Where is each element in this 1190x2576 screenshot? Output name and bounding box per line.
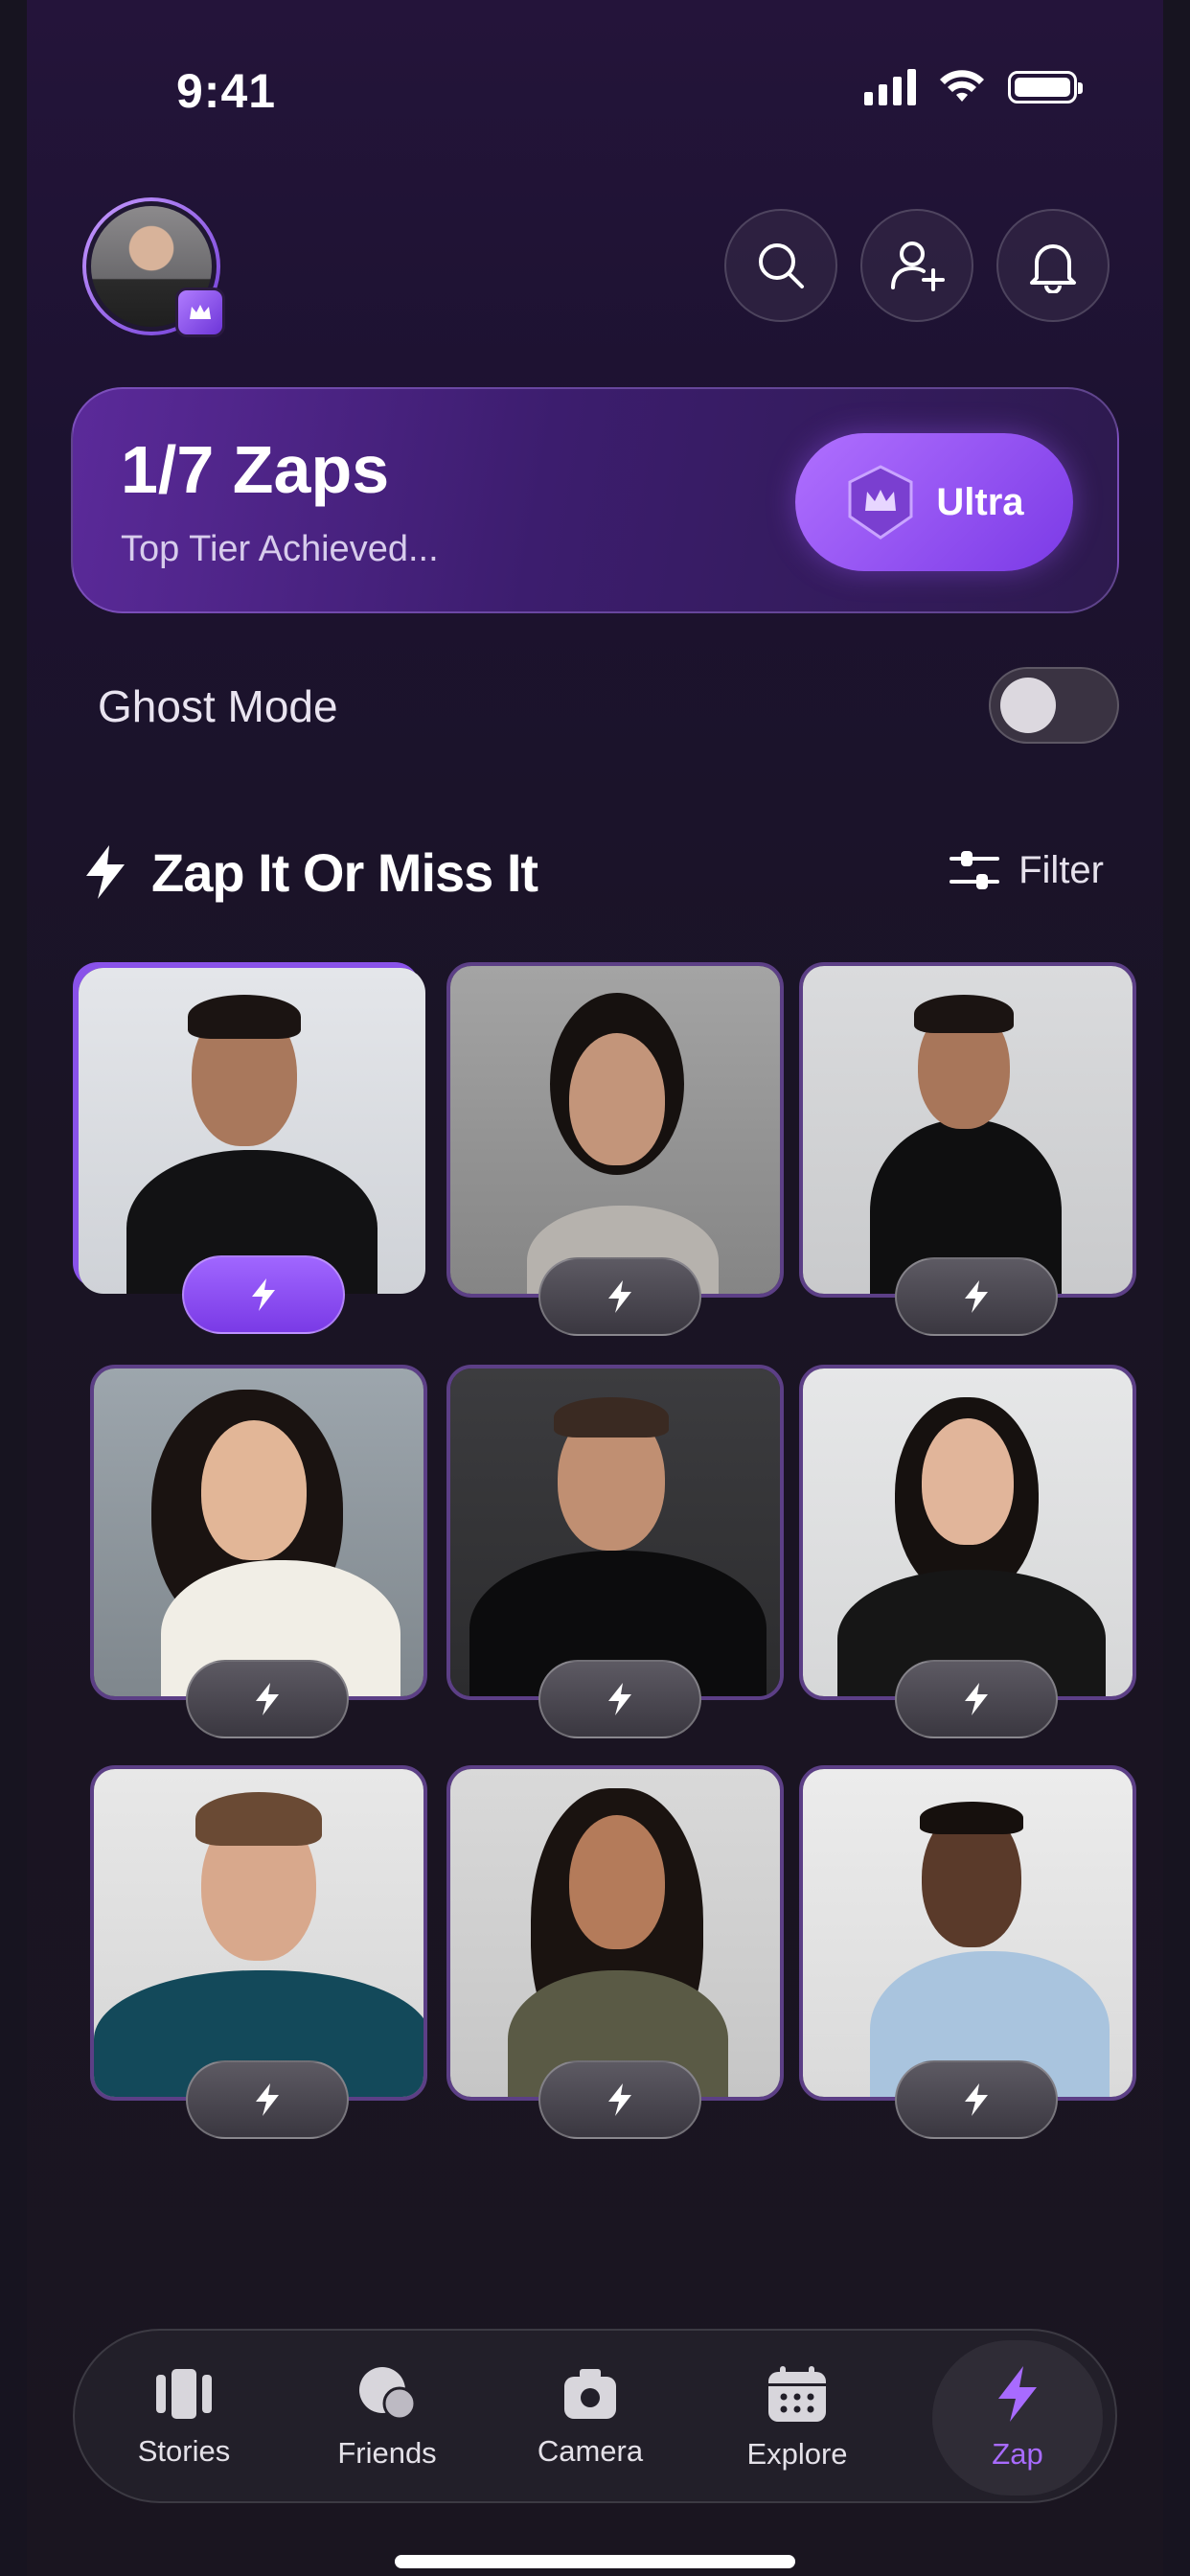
wifi-icon bbox=[940, 70, 984, 102]
person-photo bbox=[450, 966, 780, 1294]
zap-button[interactable] bbox=[186, 1660, 349, 1738]
zap-button[interactable] bbox=[895, 2060, 1058, 2139]
filter-label: Filter bbox=[1018, 848, 1104, 891]
person-card[interactable] bbox=[799, 962, 1136, 1298]
person-card[interactable] bbox=[799, 1765, 1136, 2101]
nav-item-explore[interactable]: Explore bbox=[711, 2331, 883, 2505]
search-icon bbox=[759, 243, 804, 288]
nav-label: Stories bbox=[137, 2434, 231, 2468]
section-title: Zap It Or Miss It bbox=[151, 842, 538, 903]
zap-button[interactable] bbox=[895, 1257, 1058, 1336]
status-icons bbox=[864, 69, 1083, 105]
search-button[interactable] bbox=[724, 209, 837, 322]
stories-icon bbox=[156, 2369, 212, 2419]
person-photo bbox=[79, 968, 425, 1294]
nav-item-zap[interactable]: Zap bbox=[931, 2331, 1104, 2505]
person-photo bbox=[803, 1368, 1133, 1696]
lightning-icon bbox=[608, 1280, 631, 1313]
zap-button[interactable] bbox=[186, 2060, 349, 2139]
bell-icon bbox=[1030, 244, 1076, 293]
zap-button[interactable] bbox=[538, 2060, 701, 2139]
person-photo bbox=[803, 1769, 1133, 2097]
zap-status-card: 1/7 Zaps Top Tier Achieved... Ultra bbox=[71, 387, 1119, 613]
ghost-mode-toggle[interactable] bbox=[989, 667, 1119, 744]
person-photo bbox=[94, 1368, 423, 1696]
person-card[interactable] bbox=[446, 1765, 784, 2101]
lightning-icon bbox=[86, 845, 125, 899]
zap-subtitle: Top Tier Achieved... bbox=[121, 529, 439, 569]
lightning-icon bbox=[608, 2083, 631, 2116]
crown-badge-icon bbox=[175, 288, 225, 337]
lightning-icon bbox=[252, 1278, 275, 1311]
filter-button[interactable]: Filter bbox=[950, 847, 1104, 893]
tier-label: Ultra bbox=[936, 480, 1024, 523]
ghost-mode-label: Ghost Mode bbox=[98, 681, 338, 731]
zap-button[interactable] bbox=[538, 1257, 701, 1336]
person-card[interactable] bbox=[90, 1365, 427, 1700]
person-card[interactable] bbox=[446, 1365, 784, 1700]
bottom-nav: Stories Friends Camera Explore Zap bbox=[73, 2329, 1117, 2503]
person-card[interactable] bbox=[79, 968, 425, 1294]
battery-icon bbox=[1008, 71, 1083, 104]
zap-button[interactable] bbox=[182, 1255, 345, 1334]
sliders-icon bbox=[950, 851, 1000, 889]
person-card[interactable] bbox=[446, 962, 784, 1298]
person-photo bbox=[803, 966, 1133, 1294]
person-photo bbox=[450, 1769, 780, 2097]
lightning-icon bbox=[256, 2083, 279, 2116]
app-screen: 9:41 1/7 Zaps Top Tier Achieved... Ultra… bbox=[27, 0, 1163, 2576]
toggle-knob bbox=[1000, 678, 1056, 733]
ultra-tier-button[interactable]: Ultra bbox=[795, 433, 1073, 571]
crown-shield-icon bbox=[848, 465, 913, 540]
nav-item-friends[interactable]: Friends bbox=[301, 2331, 473, 2505]
zap-count: 1/7 Zaps bbox=[121, 432, 390, 507]
add-user-icon bbox=[891, 242, 945, 291]
person-card[interactable] bbox=[90, 1765, 427, 2101]
person-photo bbox=[450, 1368, 780, 1696]
zap-button[interactable] bbox=[538, 1660, 701, 1738]
zap-button[interactable] bbox=[895, 1660, 1058, 1738]
nav-label: Explore bbox=[746, 2437, 848, 2471]
chat-icon bbox=[359, 2367, 417, 2421]
nav-label: Camera bbox=[537, 2434, 644, 2468]
calendar-icon bbox=[768, 2366, 826, 2422]
add-friend-button[interactable] bbox=[860, 209, 973, 322]
nav-item-camera[interactable]: Camera bbox=[504, 2331, 676, 2505]
nav-label: Zap bbox=[992, 2437, 1043, 2471]
lightning-icon bbox=[608, 1683, 631, 1715]
home-indicator bbox=[395, 2555, 795, 2568]
lightning-icon bbox=[256, 1683, 279, 1715]
person-photo bbox=[94, 1769, 423, 2097]
lightning-icon bbox=[965, 2083, 988, 2116]
nav-label: Friends bbox=[337, 2436, 437, 2470]
notifications-button[interactable] bbox=[996, 209, 1110, 322]
signal-icon bbox=[864, 69, 916, 105]
lightning-icon bbox=[965, 1280, 988, 1313]
nav-item-stories[interactable]: Stories bbox=[98, 2331, 270, 2505]
person-card[interactable] bbox=[799, 1365, 1136, 1700]
lightning-icon bbox=[965, 1683, 988, 1715]
lightning-icon bbox=[998, 2366, 1037, 2422]
camera-icon bbox=[564, 2369, 616, 2419]
status-time: 9:41 bbox=[176, 64, 277, 118]
